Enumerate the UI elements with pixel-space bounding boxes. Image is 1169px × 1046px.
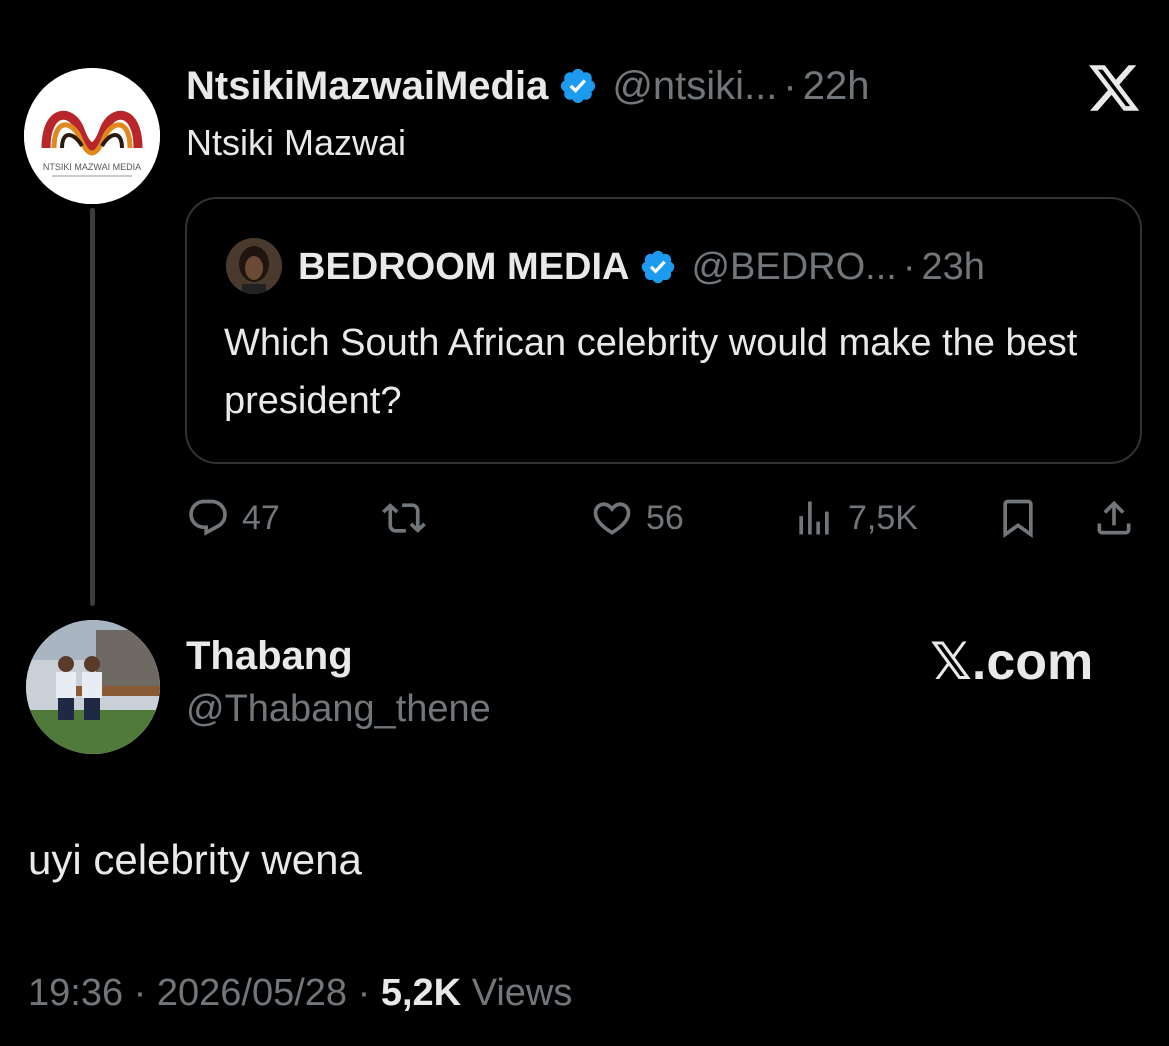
quoted-time[interactable]: 23h bbox=[922, 246, 985, 289]
share-icon bbox=[1097, 500, 1131, 535]
person-avatar-icon bbox=[226, 238, 282, 294]
tweet-meta-footer: 19:36 · 2026/05/28 · 5,2K Views bbox=[28, 972, 572, 1015]
x-com-watermark: 𝕏.com bbox=[930, 633, 1094, 691]
quoted-avatar[interactable] bbox=[226, 238, 282, 294]
reply-handle[interactable]: @Thabang_thene bbox=[186, 688, 491, 731]
footer-separator: · bbox=[357, 972, 371, 1014]
like-count: 56 bbox=[646, 498, 684, 537]
tweet-views-label: Views bbox=[471, 972, 573, 1014]
reply-display-name[interactable]: Thabang bbox=[186, 634, 353, 679]
parent-display-name[interactable]: NtsikiMazwaiMedia bbox=[186, 64, 548, 109]
footer-separator: · bbox=[133, 972, 147, 1014]
views-count: 7,5K bbox=[848, 498, 918, 537]
parent-time[interactable]: 22h bbox=[803, 64, 870, 109]
reply-tweet-text: uyi celebrity wena bbox=[28, 836, 362, 883]
parent-tweet-text: Ntsiki Mazwai bbox=[186, 122, 407, 163]
quoted-display-name[interactable]: BEDROOM MEDIA bbox=[298, 246, 629, 289]
verified-badge-icon bbox=[642, 250, 675, 284]
photo-avatar-icon bbox=[26, 620, 160, 754]
tweet-views-count: 5,2K bbox=[380, 972, 462, 1014]
tweet-action-bar: 47 56 7,5K bbox=[186, 490, 1146, 546]
retweet-icon bbox=[382, 503, 426, 533]
share-button[interactable] bbox=[1092, 490, 1136, 546]
quoted-handle[interactable]: @BEDRO... bbox=[691, 246, 896, 289]
bookmark-button[interactable] bbox=[996, 490, 1040, 546]
tweet-time[interactable]: 19:36 bbox=[28, 972, 123, 1014]
reply-icon bbox=[189, 499, 227, 536]
parent-tweet-header: NtsikiMazwaiMedia @ntsiki... · 22h bbox=[186, 58, 869, 114]
ntsiki-logo-icon: NTSIKI MAZWAI MEDIA bbox=[24, 68, 160, 204]
x-logo-icon[interactable] bbox=[1086, 60, 1142, 116]
quoted-separator: · bbox=[902, 245, 916, 288]
parent-avatar[interactable]: NTSIKI MAZWAI MEDIA bbox=[24, 68, 160, 204]
retweet-button[interactable] bbox=[382, 490, 426, 546]
reply-avatar[interactable] bbox=[26, 620, 160, 754]
like-icon bbox=[593, 502, 631, 535]
thread-connector-line bbox=[90, 208, 95, 606]
views-icon bbox=[799, 501, 829, 535]
parent-handle[interactable]: @ntsiki... bbox=[612, 64, 777, 109]
svg-text:NTSIKI MAZWAI MEDIA: NTSIKI MAZWAI MEDIA bbox=[43, 162, 141, 172]
like-button[interactable]: 56 bbox=[590, 490, 684, 546]
reply-count: 47 bbox=[242, 498, 280, 537]
verified-badge-icon bbox=[561, 68, 596, 104]
quoted-tweet-text: Which South African celebrity would make… bbox=[224, 322, 1078, 422]
quoted-tweet-header: BEDROOM MEDIA @BEDRO... · 23h bbox=[298, 238, 985, 296]
reply-button[interactable]: 47 bbox=[186, 490, 280, 546]
tweet-date[interactable]: 2026/05/28 bbox=[157, 972, 347, 1014]
header-separator: · bbox=[783, 63, 797, 108]
views-button[interactable]: 7,5K bbox=[792, 490, 918, 546]
bookmark-icon bbox=[1003, 499, 1033, 539]
